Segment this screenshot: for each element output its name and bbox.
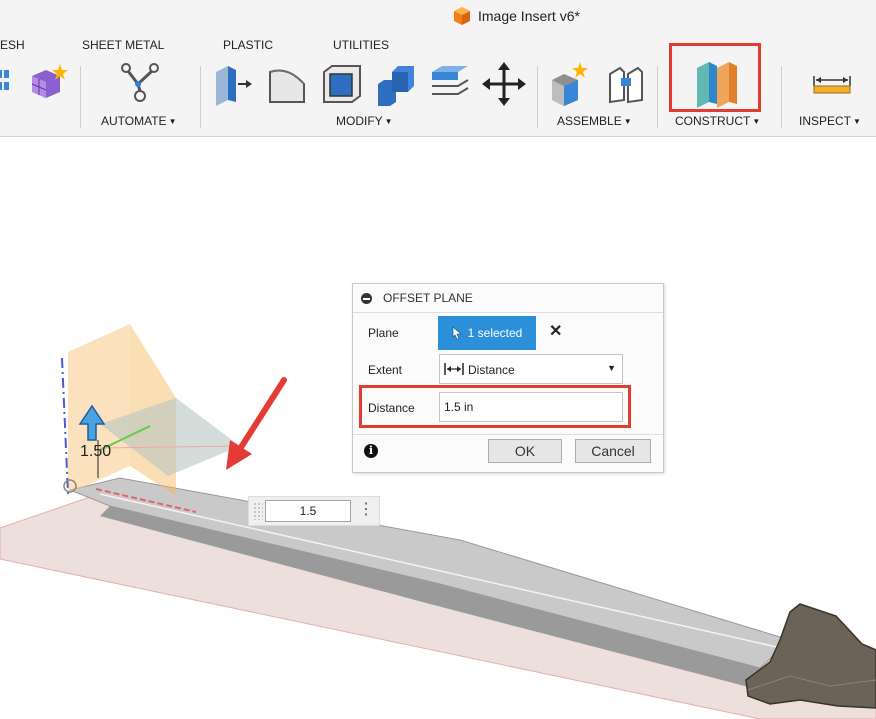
fillet-button[interactable] [266,62,310,106]
offset-plane-dialog: OFFSET PLANE Plane 1 selected ✕ Extent D… [352,283,664,473]
chevron-down-icon: ▼ [607,363,616,373]
dimension-label: 1.50 [80,443,112,460]
drag-grip-icon[interactable] [253,502,263,520]
automate-button[interactable] [118,62,162,106]
toolbar: Image Insert v6* ESH SHEET METAL PLASTIC… [0,0,876,137]
extent-dropdown[interactable]: Distance ▼ [439,354,623,384]
dialog-divider [353,434,663,435]
tab-plastic[interactable]: PLASTIC [223,38,273,52]
caret-down-icon: ▼ [168,117,177,126]
more-options-icon[interactable]: ⋮ [357,500,375,522]
dialog-title: OFFSET PLANE [383,291,473,305]
extent-label: Extent [368,363,403,377]
move-button[interactable] [482,62,526,106]
joint-button[interactable] [604,62,648,106]
press-pull-icon [216,66,252,106]
move-arrows-icon [482,62,526,106]
automate-icon [121,63,159,102]
new-component-icon [552,62,588,106]
caret-down-icon: ▼ [752,117,761,126]
inline-distance-input: 1.5 ⋮ [248,496,380,526]
clear-selection-icon[interactable]: ✕ [549,324,562,340]
inspect-label: INSPECT [799,114,852,128]
new-component-button[interactable] [550,62,594,106]
distance-highlight-box [359,385,631,428]
offset-face-button[interactable] [428,62,472,106]
measure-button[interactable] [810,62,854,106]
mesh-cube-icon [31,64,68,98]
ok-button[interactable]: OK [488,439,562,463]
measure-ruler-icon [813,76,851,94]
annotation-arrow [226,377,287,470]
cursor-arrow-icon [452,326,462,340]
joint-icon [609,66,643,104]
shell-button[interactable] [320,62,364,106]
dialog-header: OFFSET PLANE [353,284,663,313]
window-title: Image Insert v6* [452,6,580,26]
fillet-icon [269,69,305,103]
plane-selection-text: 1 selected [467,326,523,340]
tab-mesh[interactable]: ESH [0,38,25,52]
cancel-button[interactable]: Cancel [575,439,651,463]
press-pull-button[interactable] [212,62,256,106]
shell-icon [323,65,361,103]
extent-value: Distance [468,363,515,377]
plane-label: Plane [368,326,399,340]
caret-down-icon: ▼ [623,117,632,126]
assemble-label: ASSEMBLE [557,114,622,128]
inspect-menu[interactable]: INSPECT ▼ [799,114,861,128]
mesh-repair-button[interactable] [28,62,72,106]
inline-distance-field[interactable]: 1.5 [265,500,351,522]
construct-highlight-box [669,43,761,112]
separator [200,66,201,128]
tab-utilities[interactable]: UTILITIES [333,38,389,52]
mesh-grid-icon [0,70,9,90]
caret-down-icon: ▼ [853,117,861,126]
offset-face-icon [432,66,469,95]
caret-down-icon: ▼ [384,117,393,126]
separator [537,66,538,128]
app-cube-icon [454,7,470,25]
combine-button[interactable] [374,62,418,106]
separator [657,66,658,128]
separator [781,66,782,128]
construct-menu[interactable]: CONSTRUCT ▼ [675,114,760,128]
plane-selection-button[interactable]: 1 selected [438,316,536,350]
mesh-tool-button[interactable] [0,62,14,106]
offset-plane-vertical [68,324,130,494]
document-title: Image Insert v6* [478,8,580,24]
info-icon[interactable]: i [364,444,378,458]
separator [80,66,81,128]
combine-icon [378,66,414,106]
assemble-menu[interactable]: ASSEMBLE ▼ [557,114,632,128]
collapse-icon[interactable] [361,293,372,304]
distance-extent-icon [444,363,464,375]
automate-label: AUTOMATE [101,114,167,128]
modify-label: MODIFY [336,114,383,128]
title-bar: Image Insert v6* [0,0,876,32]
tab-sheet-metal[interactable]: SHEET METAL [82,38,164,52]
construct-label: CONSTRUCT [675,114,751,128]
automate-menu[interactable]: AUTOMATE ▼ [101,114,176,128]
modify-menu[interactable]: MODIFY ▼ [336,114,393,128]
